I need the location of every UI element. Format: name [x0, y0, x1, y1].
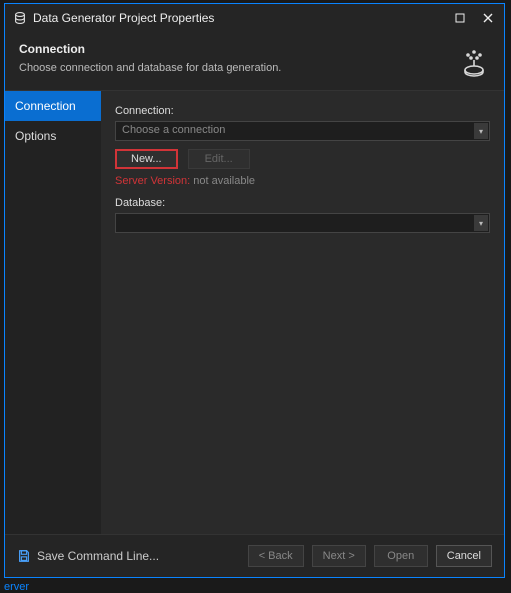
app-icon: [13, 11, 27, 25]
server-version-label: Server Version:: [115, 175, 190, 187]
dialog-footer: Save Command Line... < Back Next > Open …: [5, 534, 504, 577]
database-label: Database:: [115, 197, 490, 209]
sidebar-item-options[interactable]: Options: [5, 121, 101, 151]
footer-left: Save Command Line...: [17, 549, 240, 563]
back-button[interactable]: < Back: [248, 545, 304, 567]
header-text: Connection Choose connection and databas…: [19, 42, 450, 74]
chevron-down-icon[interactable]: ▾: [474, 215, 488, 231]
next-button[interactable]: Next >: [312, 545, 366, 567]
database-select-wrap: ▾: [115, 213, 490, 233]
content-panel: Connection: Choose a connection ▾ New...…: [101, 91, 504, 534]
edit-button: Edit...: [188, 149, 250, 169]
cancel-button[interactable]: Cancel: [436, 545, 492, 567]
sidebar-item-connection[interactable]: Connection: [5, 91, 101, 121]
titlebar: Data Generator Project Properties: [5, 4, 504, 32]
connection-label: Connection:: [115, 105, 490, 117]
save-command-line-button[interactable]: Save Command Line...: [37, 549, 159, 563]
data-generator-icon: [458, 46, 490, 78]
close-icon[interactable]: [480, 10, 496, 26]
connection-buttons: New... Edit...: [115, 149, 490, 169]
chevron-down-icon[interactable]: ▾: [474, 123, 488, 139]
open-button[interactable]: Open: [374, 545, 428, 567]
dialog-body: Connection Options Connection: Choose a …: [5, 90, 504, 534]
status-text: erver: [0, 581, 511, 593]
header-section: Connection Choose connection and databas…: [5, 32, 504, 90]
connection-select-wrap: Choose a connection ▾: [115, 121, 490, 141]
window-controls: [452, 10, 496, 26]
header-title: Connection: [19, 42, 450, 56]
window-title: Data Generator Project Properties: [33, 11, 452, 25]
footer-buttons: < Back Next > Open Cancel: [248, 545, 492, 567]
database-select[interactable]: [115, 213, 490, 233]
new-button[interactable]: New...: [115, 149, 178, 169]
connection-select[interactable]: Choose a connection: [115, 121, 490, 141]
save-icon: [17, 549, 31, 563]
header-description: Choose connection and database for data …: [19, 62, 450, 74]
server-version-value: not available: [193, 175, 255, 187]
sidebar: Connection Options: [5, 91, 101, 534]
dialog-window: Data Generator Project Properties Connec…: [4, 3, 505, 578]
maximize-icon[interactable]: [452, 10, 468, 26]
server-version: Server Version: not available: [115, 175, 490, 187]
